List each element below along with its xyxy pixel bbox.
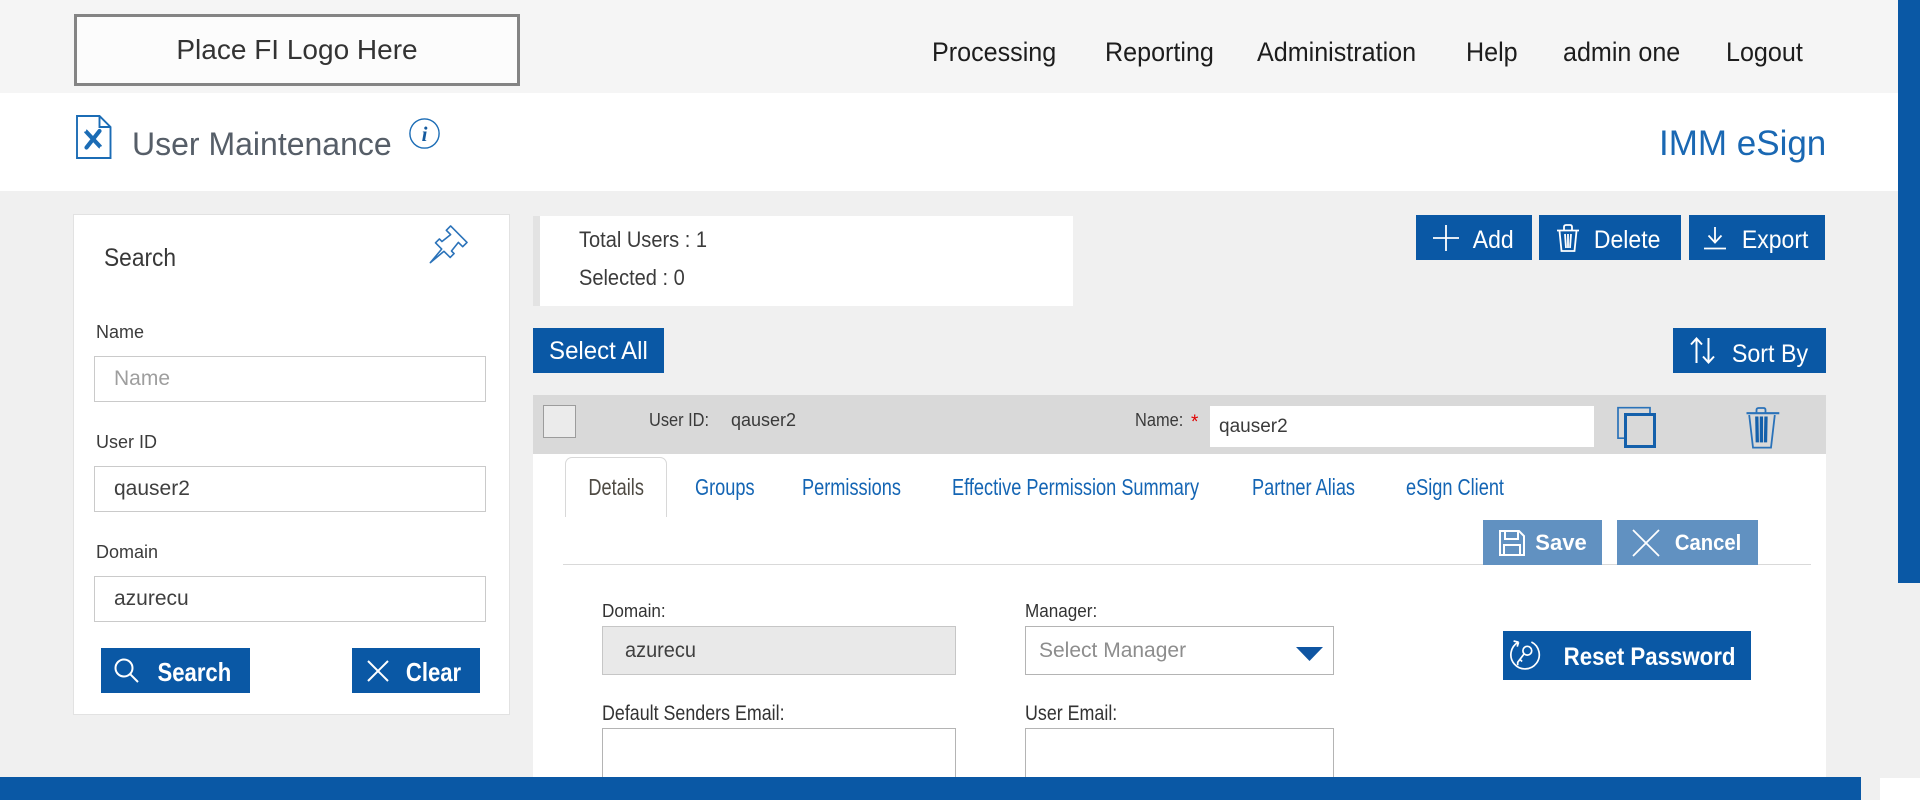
svg-text:i: i xyxy=(422,122,428,146)
